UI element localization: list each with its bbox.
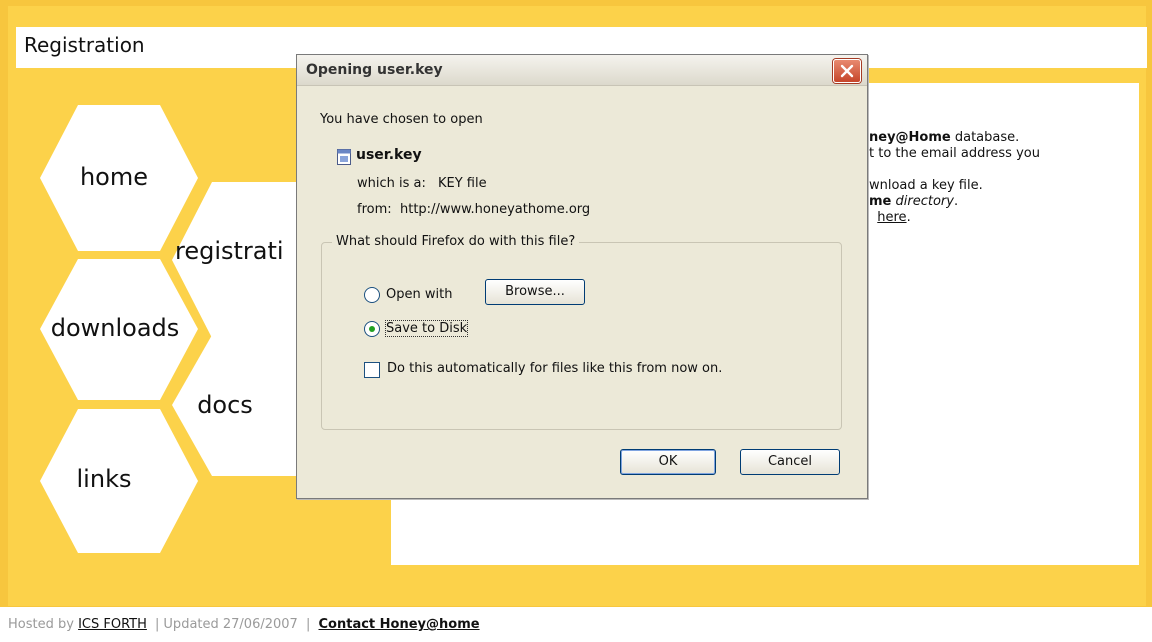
auto-checkbox[interactable] [364,362,380,378]
content-line5-end: . [906,210,911,225]
footer-separator: | [155,617,160,632]
nav-label-home: home [79,163,149,191]
content-line-2: t to the email address you [869,146,1040,161]
dialog-body: You have chosen to open user.key which i… [297,86,867,497]
nav-label-downloads: downloads [50,314,180,342]
content-line-4: me directory. [869,194,1139,210]
ics-forth-link[interactable]: ICS FORTH [78,617,147,632]
here-link[interactable]: here [877,210,906,225]
save-to-disk-label[interactable]: Save to Disk [384,320,469,337]
dialog-title: Opening user.key [306,62,443,78]
ok-button[interactable]: OK [620,449,716,475]
action-group-label: What should Firefox do with this file? [332,234,580,249]
content-line-5: here. [869,210,1139,226]
save-to-disk-radio[interactable] [364,321,380,337]
content-text: ney@Home database. t to the email addres… [869,130,1139,226]
footer-updated: Updated 27/06/2007 [163,617,298,632]
action-groupbox: What should Firefox do with this file? O… [321,234,842,430]
nav-hex-downloads[interactable]: downloads [38,257,198,402]
nav-label-links: links [76,465,132,493]
content-line-1: ney@Home database. [869,130,1139,146]
nav-hex-home[interactable]: home [38,103,198,253]
footer-separator-2: | [305,617,311,632]
file-source-value: http://www.honeyathome.org [400,202,591,217]
radio-selected-dot [369,326,375,332]
contact-link[interactable]: Contact Honey@home [319,617,480,632]
file-type-value: KEY file [438,176,487,191]
nav-hex-links[interactable]: links [38,407,198,555]
content-text-database: database. [950,130,1020,145]
open-with-radio[interactable] [364,287,380,303]
browse-button[interactable]: Browse... [485,279,585,305]
content-bold-home: me [869,194,892,209]
content-bold-product: ney@Home [869,130,951,145]
content-line4-end: . [953,194,959,209]
content-gap [869,162,1139,178]
file-type-label: which is a: [357,176,426,191]
footer-hosted-by: Hosted by [8,617,74,632]
dialog-intro: You have chosen to open [320,112,483,127]
download-dialog: Opening user.key You have chosen to open… [296,54,868,499]
file-name: user.key [356,147,422,163]
open-with-label[interactable]: Open with [386,287,452,302]
close-icon [840,64,854,78]
file-source-label: from: [357,202,392,217]
footer: Hosted by ICS FORTH | Updated 27/06/2007 … [0,607,1152,642]
cancel-button[interactable]: Cancel [740,449,840,475]
close-button[interactable] [833,59,861,83]
footer-text: Hosted by ICS FORTH | Updated 27/06/2007 … [8,617,480,632]
auto-checkbox-label[interactable]: Do this automatically for files like thi… [387,361,722,376]
dialog-titlebar[interactable]: Opening user.key [297,55,867,86]
content-italic-directory: directory [895,194,954,209]
content-line-3: wnload a key file. [869,178,983,193]
file-icon [337,149,351,165]
